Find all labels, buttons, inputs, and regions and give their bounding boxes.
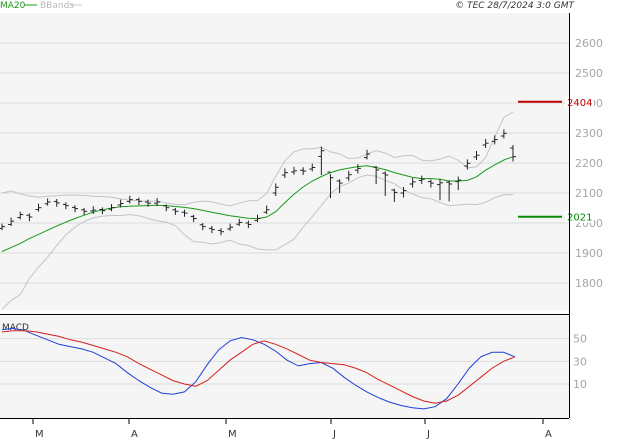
- macd-y-tick-label: 30: [573, 355, 587, 368]
- legend-ma20: MA20: [0, 1, 26, 11]
- price-y-tick-label: 2100: [575, 187, 603, 200]
- macd-panel: MACD 103050: [0, 316, 587, 418]
- support-level-label: 2021: [567, 213, 592, 224]
- macd-y-tick-label: 50: [573, 333, 587, 346]
- x-axis-month-label: J: [426, 429, 430, 440]
- price-y-tick-label: 2200: [575, 157, 603, 170]
- x-axis-month-label: A: [131, 429, 138, 440]
- price-y-tick-label: 1900: [575, 247, 603, 260]
- price-y-tick-label: 1800: [575, 277, 603, 290]
- price-y-tick-label: 2500: [575, 67, 603, 80]
- x-axis-month-label: M: [35, 429, 44, 440]
- price-panel: 180019002000210022002300240025002600 240…: [0, 13, 603, 310]
- legend-bbands: BBands: [40, 1, 74, 11]
- x-axis-month-label: A: [545, 429, 552, 440]
- macd-y-axis: 10 30 50: [573, 333, 587, 391]
- price-y-tick-label: 2300: [575, 127, 603, 140]
- copyright-text: © TEC 28/7/2024 3:0 GMT: [455, 1, 575, 11]
- price-macd-chart: MA20 BBands © TEC 28/7/2024 3:0 GMT 1800…: [0, 1, 603, 440]
- x-axis: MAMJJA: [32, 418, 552, 440]
- x-axis-month-label: M: [228, 429, 237, 440]
- resistance-level-label: 2404: [567, 98, 592, 109]
- price-y-tick-label: 2600: [575, 37, 603, 50]
- macd-y-tick-label: 10: [573, 378, 587, 391]
- price-y-axis: 180019002000210022002300240025002600: [575, 37, 603, 290]
- macd-plot-area: [0, 316, 569, 418]
- chart-root: MA20 BBands © TEC 28/7/2024 3:0 GMT 1800…: [0, 0, 627, 440]
- x-axis-month-label: J: [332, 429, 336, 440]
